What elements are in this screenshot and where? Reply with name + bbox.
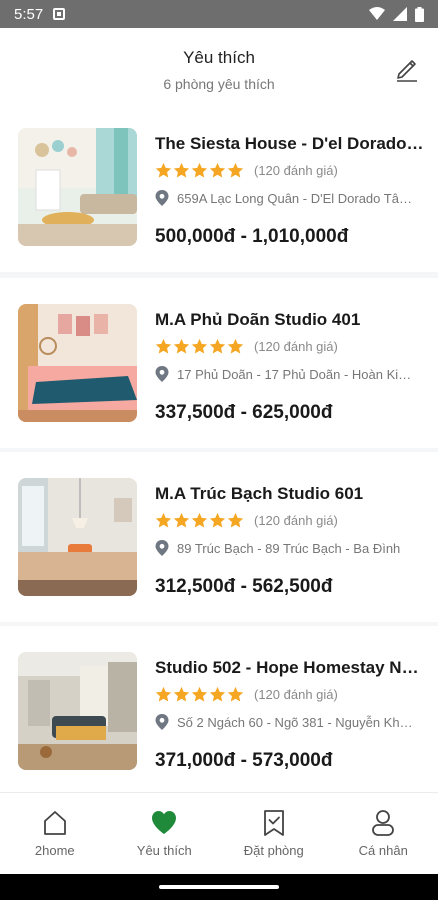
nav-label: Đặt phòng (243, 843, 304, 858)
notification-icon (53, 8, 66, 20)
address-text: 17 Phủ Doãn - 17 Phủ Doãn - Hoàn Kiếm (177, 366, 415, 382)
star-rating (155, 162, 244, 179)
bookmark-check-icon (263, 810, 284, 836)
home-icon (43, 811, 66, 835)
person-icon (372, 810, 395, 836)
address-text: Số 2 Ngách 60 - Ngõ 381 - Nguyễn Khang (177, 714, 415, 730)
review-count: (120 đánh giá) (254, 513, 338, 528)
star-icon (209, 512, 226, 528)
wifi-icon (369, 7, 385, 20)
listing-photo (18, 128, 137, 246)
listing-address: Số 2 Ngách 60 - Ngõ 381 - Nguyễn Khang (155, 714, 415, 730)
price-range: 500,000đ - 1,010,000đ (155, 226, 349, 247)
listing-address: 659A Lạc Long Quân - D'El Dorado Tây Hồ (155, 190, 415, 206)
nav-label: Cá nhân (358, 843, 408, 858)
listing-rating: (120 đánh giá) (155, 512, 338, 529)
star-rating (155, 512, 244, 529)
star-icon (209, 686, 226, 702)
star-icon (155, 686, 172, 702)
review-count: (120 đánh giá) (254, 687, 338, 702)
star-icon (173, 338, 190, 354)
system-navigation-bar (0, 874, 438, 900)
location-pin-icon (155, 366, 169, 382)
signal-icon (393, 7, 407, 21)
star-icon (191, 686, 208, 702)
status-time: 5:57 (14, 5, 44, 23)
star-icon (173, 512, 190, 528)
star-icon (209, 338, 226, 354)
listing-address: 17 Phủ Doãn - 17 Phủ Doãn - Hoàn Kiếm (155, 366, 415, 382)
listing-name[interactable]: The Siesta House - D'el Dorado Tây Hồ (155, 134, 425, 154)
star-icon (155, 512, 172, 528)
location-pin-icon (155, 190, 169, 206)
star-icon (227, 162, 244, 178)
star-icon (191, 512, 208, 528)
listing-card[interactable]: M.A Phủ Doãn Studio 401 (120 đánh giá) 1… (0, 278, 438, 448)
star-icon (191, 162, 208, 178)
address-text: 659A Lạc Long Quân - D'El Dorado Tây Hồ (177, 190, 415, 206)
price-range: 337,500đ - 625,000đ (155, 402, 333, 423)
listing-photo (18, 652, 137, 770)
listing-photo (18, 478, 137, 596)
nav-label: 2home (34, 843, 75, 858)
star-icon (191, 338, 208, 354)
location-pin-icon (155, 714, 169, 730)
star-icon (155, 338, 172, 354)
listing-name[interactable]: M.A Trúc Bạch Studio 601 (155, 484, 425, 504)
address-text: 89 Trúc Bạch - 89 Trúc Bạch - Ba Đình (177, 540, 401, 556)
nav-item-bookings[interactable]: Đặt phòng (219, 793, 329, 874)
listing-card[interactable]: Studio 502 - Hope Homestay Nguyễn Khang … (0, 626, 438, 792)
star-icon (209, 162, 226, 178)
review-count: (120 đánh giá) (254, 339, 338, 354)
nav-label: Yêu thích (136, 843, 192, 858)
star-icon (173, 162, 190, 178)
bottom-navigation: 2home Yêu thích Đặt phòng Cá nhân (0, 792, 438, 874)
star-rating (155, 338, 244, 355)
listing-name[interactable]: Studio 502 - Hope Homestay Nguyễn Khang (155, 658, 425, 678)
favorites-list: The Siesta House - D'el Dorado Tây Hồ (1… (0, 102, 438, 792)
star-rating (155, 686, 244, 703)
star-icon (227, 338, 244, 354)
heart-icon (152, 811, 177, 834)
star-icon (227, 512, 244, 528)
nav-item-home[interactable]: 2home (0, 793, 110, 874)
price-range: 371,000đ - 573,000đ (155, 750, 333, 771)
location-pin-icon (155, 540, 169, 556)
favorites-count: 6 phòng yêu thích (163, 76, 275, 92)
price-range: 312,500đ - 562,500đ (155, 576, 333, 597)
page-header: Yêu thích 6 phòng yêu thích (0, 28, 438, 102)
nav-item-profile[interactable]: Cá nhân (329, 793, 438, 874)
review-count: (120 đánh giá) (254, 163, 338, 178)
edit-icon[interactable] (394, 56, 420, 82)
listing-rating: (120 đánh giá) (155, 338, 338, 355)
listing-address: 89 Trúc Bạch - 89 Trúc Bạch - Ba Đình (155, 540, 415, 556)
home-gesture-handle[interactable] (159, 885, 279, 889)
battery-icon (415, 6, 424, 22)
listing-name[interactable]: M.A Phủ Doãn Studio 401 (155, 310, 425, 330)
page-title: Yêu thích (183, 48, 255, 67)
listing-card[interactable]: M.A Trúc Bạch Studio 601 (120 đánh giá) … (0, 452, 438, 622)
star-icon (173, 686, 190, 702)
listing-photo (18, 304, 137, 422)
status-bar: 5:57 (0, 0, 438, 28)
star-icon (155, 162, 172, 178)
star-icon (227, 686, 244, 702)
listing-rating: (120 đánh giá) (155, 686, 338, 703)
listing-card[interactable]: The Siesta House - D'el Dorado Tây Hồ (1… (0, 102, 438, 272)
nav-item-favorites[interactable]: Yêu thích (110, 793, 220, 874)
listing-rating: (120 đánh giá) (155, 162, 338, 179)
